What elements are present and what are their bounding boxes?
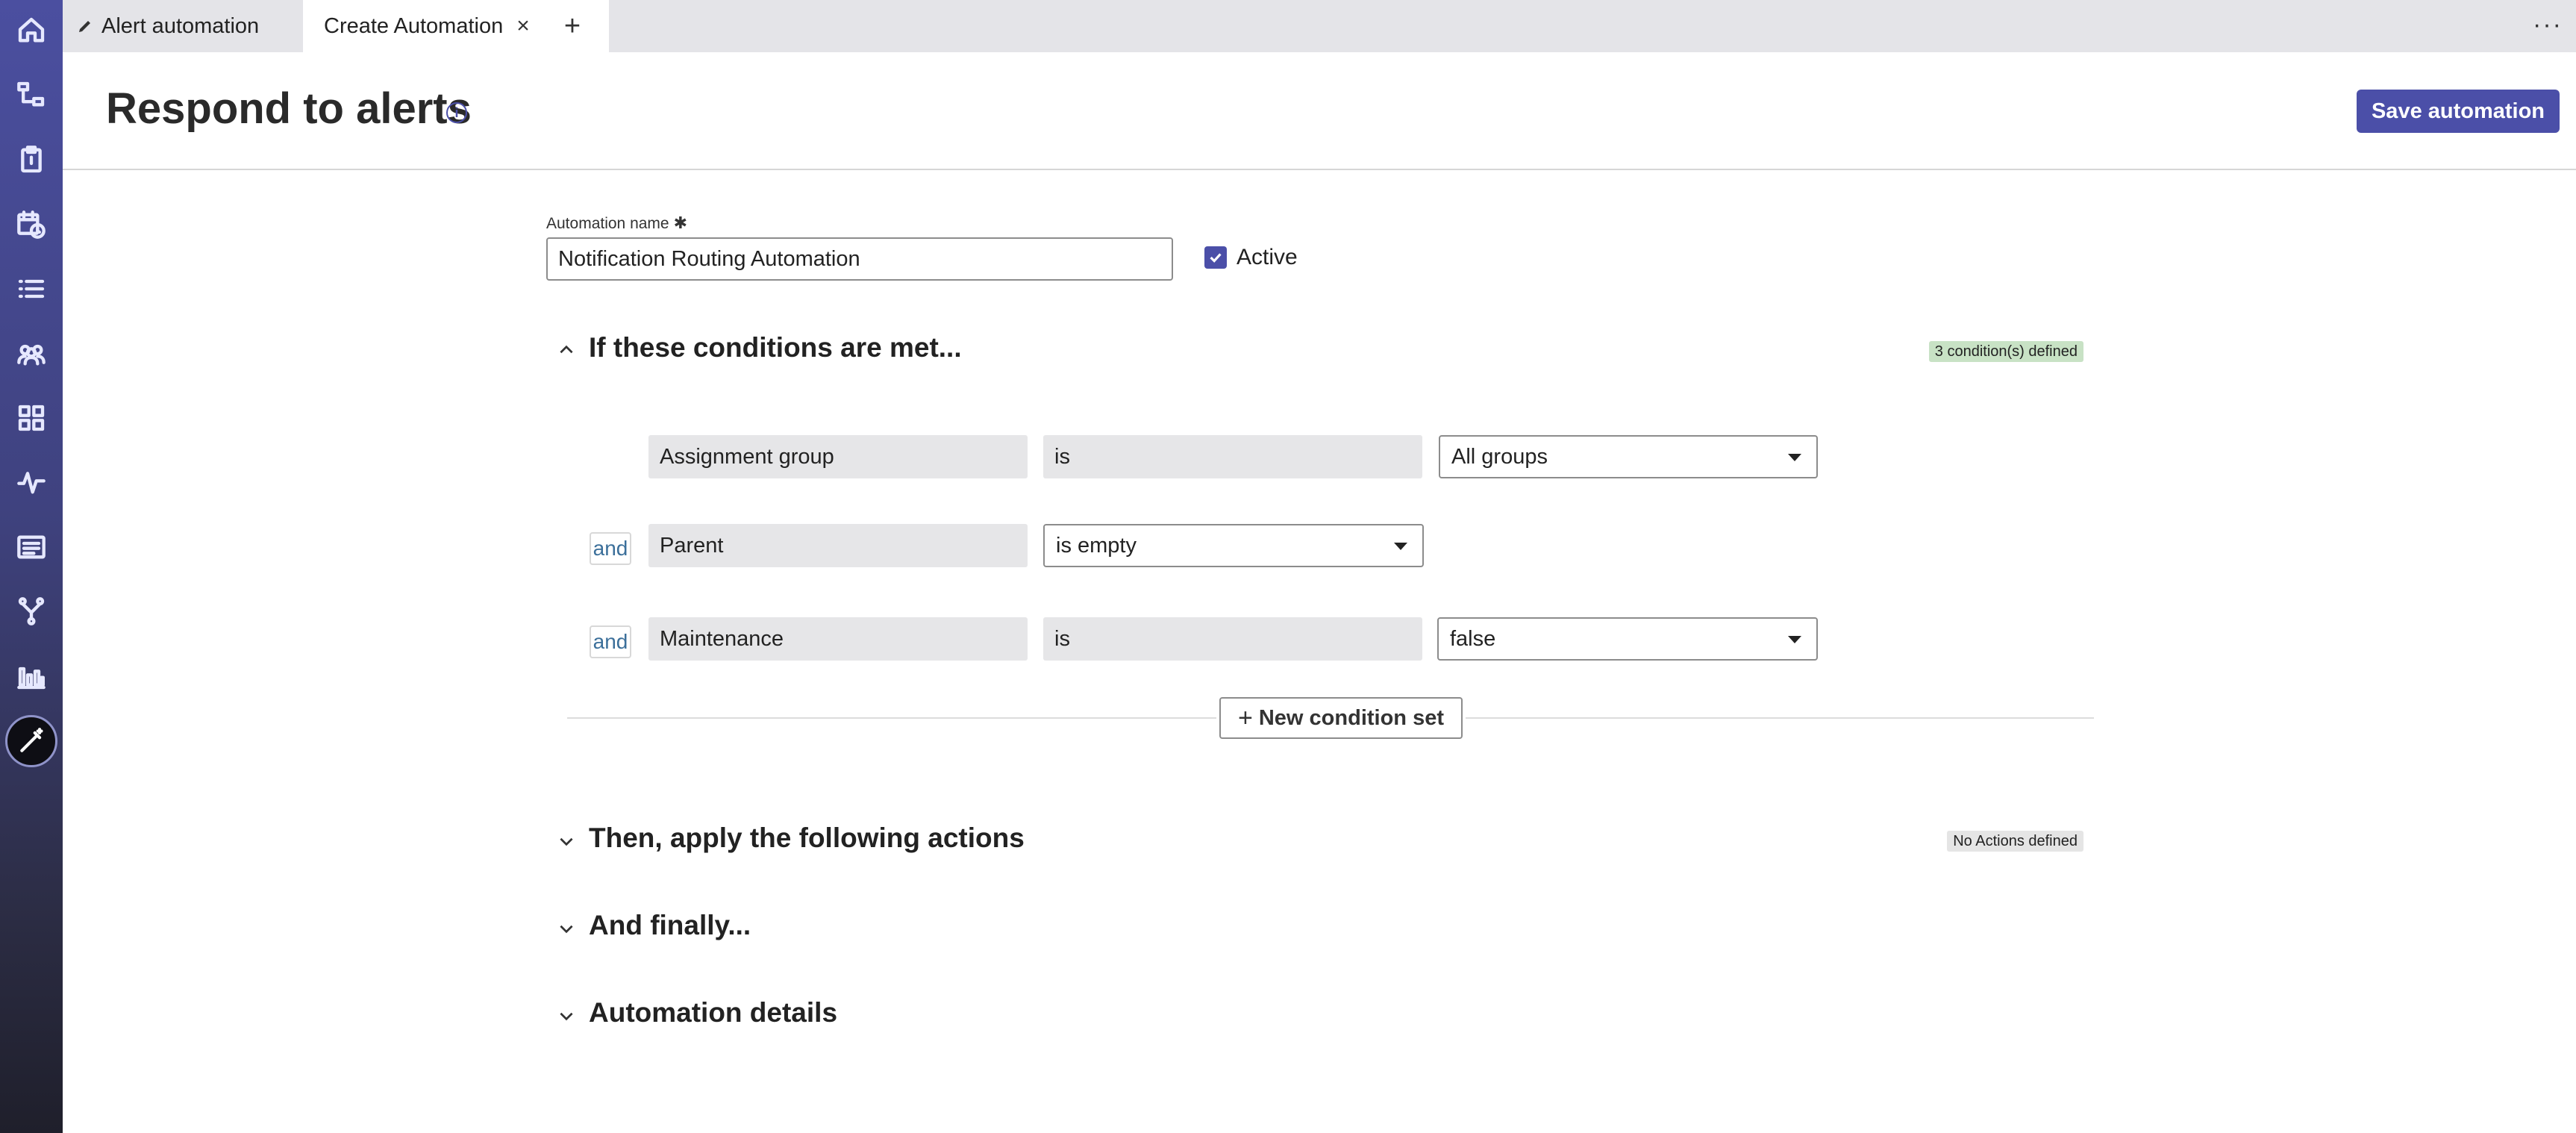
condition-value-text: All groups: [1451, 444, 1548, 469]
check-icon: [1210, 253, 1222, 263]
condition-field[interactable]: Maintenance: [648, 617, 1028, 661]
pencil-icon: [79, 21, 90, 32]
actions-count-badge: No Actions defined: [1947, 831, 2083, 852]
more-options-icon[interactable]: ···: [2533, 10, 2563, 40]
grid-icon[interactable]: [13, 400, 49, 436]
conditions-count-badge: 3 condition(s) defined: [1928, 341, 2083, 362]
caret-down-icon: [1788, 636, 1801, 643]
pulse-icon[interactable]: [13, 464, 49, 500]
chevron-up-icon[interactable]: [557, 340, 576, 360]
automation-name-input[interactable]: [546, 237, 1173, 281]
automation-name-label: Automation name ✱: [546, 213, 687, 233]
close-icon[interactable]: ×: [516, 13, 530, 39]
condition-field[interactable]: Parent: [648, 524, 1028, 567]
info-icon[interactable]: i: [446, 102, 467, 123]
chevron-down-icon[interactable]: [557, 1006, 576, 1026]
page-header: Respond to alerts i Save automation: [63, 52, 2576, 170]
table-icon[interactable]: [13, 529, 49, 565]
plus-icon: +: [1238, 703, 1253, 732]
condition-value-select[interactable]: false: [1437, 617, 1818, 661]
required-marker: ✱: [673, 213, 688, 232]
wand-icon[interactable]: [5, 715, 57, 767]
condition-field[interactable]: Assignment group: [648, 435, 1028, 478]
condition-value-select[interactable]: All groups: [1439, 435, 1818, 478]
condition-value-text: false: [1450, 626, 1496, 651]
hierarchy-icon[interactable]: [13, 77, 49, 113]
caret-down-icon: [1788, 454, 1801, 461]
details-section-title[interactable]: Automation details: [589, 997, 837, 1029]
tab-label: Alert automation: [101, 13, 260, 38]
save-automation-button[interactable]: Save automation: [2357, 90, 2560, 133]
add-tab-button[interactable]: +: [558, 10, 587, 42]
clipboard-icon[interactable]: [13, 142, 49, 178]
caret-down-icon: [1394, 543, 1407, 550]
active-label[interactable]: Active: [1237, 245, 1298, 270]
tab-bar: Alert automation Create Automation × + ·…: [63, 0, 2576, 52]
new-condition-set-label: New condition set: [1258, 705, 1444, 730]
conditions-section-title[interactable]: If these conditions are met...: [589, 332, 962, 363]
finally-section-title[interactable]: And finally...: [589, 910, 751, 941]
home-icon[interactable]: [13, 13, 49, 49]
condition-operator[interactable]: is: [1043, 617, 1422, 661]
tab-label: Create Automation: [324, 13, 504, 38]
calendar-clock-icon[interactable]: [13, 207, 49, 243]
people-icon[interactable]: [13, 336, 49, 372]
list-icon[interactable]: [13, 271, 49, 307]
branch-icon[interactable]: [13, 593, 49, 629]
condition-operator-text: is empty: [1056, 533, 1137, 558]
page-title: Respond to alerts: [106, 84, 472, 133]
divider: [567, 717, 1216, 719]
chevron-down-icon[interactable]: [557, 919, 576, 938]
condition-operator-select[interactable]: is empty: [1043, 524, 1424, 567]
automation-name-label-text: Automation name: [546, 215, 669, 232]
bar-chart-icon[interactable]: [13, 658, 49, 694]
chevron-down-icon[interactable]: [557, 831, 576, 851]
and-connector[interactable]: and: [590, 532, 631, 565]
tab-alert-automation[interactable]: Alert automation: [76, 0, 259, 52]
active-checkbox[interactable]: [1204, 246, 1227, 269]
new-condition-set-button[interactable]: + New condition set: [1219, 697, 1463, 739]
side-nav: [0, 0, 63, 1133]
condition-operator[interactable]: is: [1043, 435, 1422, 478]
divider: [1466, 717, 2094, 719]
actions-section-title[interactable]: Then, apply the following actions: [589, 823, 1025, 854]
and-connector[interactable]: and: [590, 625, 631, 658]
